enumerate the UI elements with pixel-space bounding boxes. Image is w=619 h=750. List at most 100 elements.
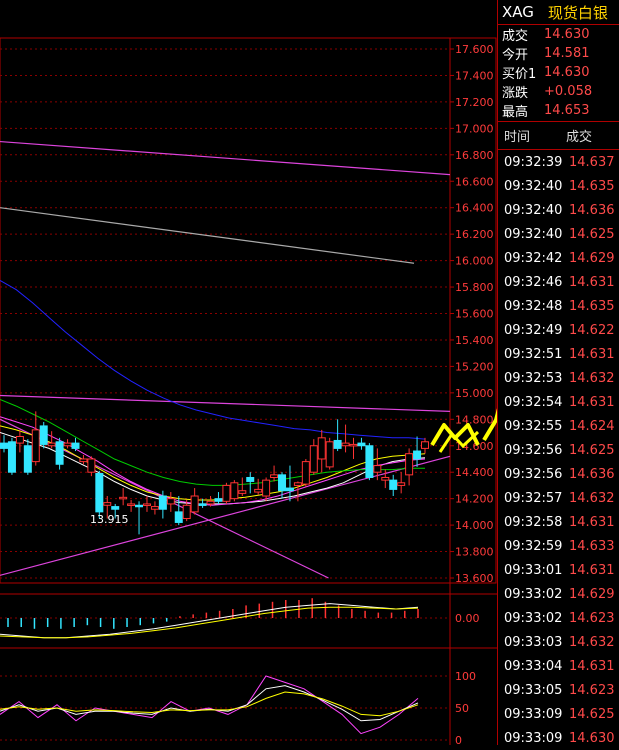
candle-body — [95, 473, 104, 513]
trade-price: 14.631 — [569, 274, 615, 290]
trade-row[interactable]: 09:33:04 14.631 — [498, 654, 619, 678]
trade-row[interactable]: 09:33:09 14.625 — [498, 702, 619, 726]
price-tick-label: 15.000 — [455, 387, 494, 400]
trade-time: 09:32:46 — [504, 274, 563, 290]
candle-body — [63, 442, 72, 447]
candle-body — [166, 498, 175, 505]
candle-body — [79, 458, 88, 463]
kdj-line — [0, 675, 419, 735]
trade-row[interactable]: 09:32:39 14.637 — [498, 150, 619, 174]
candle-body — [285, 487, 294, 492]
trade-row[interactable]: 09:32:48 14.635 — [498, 294, 619, 318]
trade-row[interactable]: 09:33:09 14.630 — [498, 726, 619, 750]
trade-time: 09:32:40 — [504, 226, 563, 242]
candle-body — [31, 429, 40, 463]
price-tick-label: 14.800 — [455, 413, 494, 426]
candle-body — [270, 474, 279, 478]
low-price-label: 13.915 — [90, 513, 129, 526]
candlestick-chart[interactable]: 17.600 17.400 17.200 17.000 16.800 16.600 16.4… — [0, 0, 497, 745]
trade-time: 09:33:02 — [504, 610, 563, 626]
trade-price: 14.636 — [569, 202, 615, 218]
price-tick-label: 13.800 — [455, 546, 494, 559]
trade-time: 09:33:09 — [504, 730, 563, 746]
trade-row[interactable]: 09:32:40 14.625 — [498, 222, 619, 246]
trade-price: 14.629 — [569, 250, 615, 266]
quote-value: +0.058 — [544, 84, 593, 99]
kdj-tick-label: 0 — [455, 734, 462, 745]
quote-row: 成交 14.630 — [498, 25, 619, 44]
trade-time: 09:33:04 — [504, 658, 563, 674]
price-tick-label: 17.600 — [455, 43, 494, 56]
candle-body — [158, 495, 167, 510]
trade-row[interactable]: 09:33:03 14.632 — [498, 630, 619, 654]
trade-row[interactable]: 09:32:40 14.635 — [498, 174, 619, 198]
ma-line — [0, 425, 426, 501]
candle-body — [365, 445, 374, 478]
price-tick-label: 14.000 — [455, 519, 494, 532]
macd-line — [0, 603, 419, 639]
trade-time: 09:33:03 — [504, 634, 563, 650]
price-tick-label: 17.400 — [455, 69, 494, 82]
trade-time: 09:32:57 — [504, 490, 563, 506]
candle-body — [349, 443, 358, 447]
trade-time: 09:32:49 — [504, 322, 563, 338]
candle-body — [150, 506, 159, 510]
candle-body — [397, 482, 406, 486]
candle-body — [71, 442, 80, 449]
trade-row[interactable]: 09:32:59 14.633 — [498, 534, 619, 558]
trade-list[interactable]: 09:32:39 14.637 09:32:40 14.635 09:32:40 14.6… — [498, 150, 619, 750]
candle-body — [254, 488, 263, 493]
trade-price: 14.636 — [569, 466, 615, 482]
trade-price: 14.625 — [569, 442, 615, 458]
trade-row[interactable]: 09:33:05 14.623 — [498, 678, 619, 702]
trade-price: 14.629 — [569, 586, 615, 602]
trade-row[interactable]: 09:32:56 14.625 — [498, 438, 619, 462]
trade-price: 14.632 — [569, 490, 615, 506]
trade-row[interactable]: 09:32:56 14.636 — [498, 462, 619, 486]
trade-row[interactable]: 09:32:58 14.631 — [498, 510, 619, 534]
trade-time: 09:33:09 — [504, 706, 563, 722]
trade-row[interactable]: 09:32:55 14.624 — [498, 414, 619, 438]
candle-body — [119, 496, 128, 500]
candle-body — [7, 441, 16, 473]
quote-label: 买价1 — [502, 67, 537, 82]
trade-row[interactable]: 09:32:54 14.631 — [498, 390, 619, 414]
trade-price: 14.633 — [569, 538, 615, 554]
trade-price: 14.625 — [569, 706, 615, 722]
trade-price: 14.631 — [569, 514, 615, 530]
trade-price: 14.631 — [569, 562, 615, 578]
trade-row[interactable]: 09:33:02 14.629 — [498, 582, 619, 606]
trade-row[interactable]: 09:32:57 14.632 — [498, 486, 619, 510]
price-tick-label: 17.200 — [455, 96, 494, 109]
trade-time: 09:32:56 — [504, 466, 563, 482]
price-tick-label: 16.000 — [455, 255, 494, 268]
trade-price: 14.622 — [569, 322, 615, 338]
quote-value: 14.653 — [544, 103, 590, 118]
quote-row: 最高 14.653 — [498, 101, 619, 120]
trend-line — [0, 455, 451, 576]
candle-body — [15, 435, 24, 444]
candle-body — [357, 442, 366, 447]
trade-row[interactable]: 09:32:49 14.622 — [498, 318, 619, 342]
candle-body — [206, 500, 215, 505]
trade-row[interactable]: 09:32:53 14.632 — [498, 366, 619, 390]
trade-row[interactable]: 09:32:40 14.636 — [498, 198, 619, 222]
trade-price: 14.623 — [569, 682, 615, 698]
trade-row[interactable]: 09:32:46 14.631 — [498, 270, 619, 294]
candle-body — [214, 498, 223, 502]
trade-row[interactable]: 09:33:01 14.631 — [498, 558, 619, 582]
candle-body — [389, 479, 398, 490]
trade-row[interactable]: 09:32:51 14.631 — [498, 342, 619, 366]
candle-body — [182, 504, 191, 519]
price-tick-label: 14.400 — [455, 466, 494, 479]
chart-grid — [0, 37, 497, 745]
trade-row[interactable]: 09:32:42 14.629 — [498, 246, 619, 270]
candle-body — [111, 506, 120, 510]
candle-body — [381, 476, 390, 481]
trade-time: 09:32:40 — [504, 202, 563, 218]
price-tick-label: 15.600 — [455, 308, 494, 321]
trade-price: 14.631 — [569, 658, 615, 674]
price-tick-label: 13.600 — [455, 572, 494, 585]
trade-row[interactable]: 09:33:02 14.623 — [498, 606, 619, 630]
trade-time: 09:32:40 — [504, 178, 563, 194]
